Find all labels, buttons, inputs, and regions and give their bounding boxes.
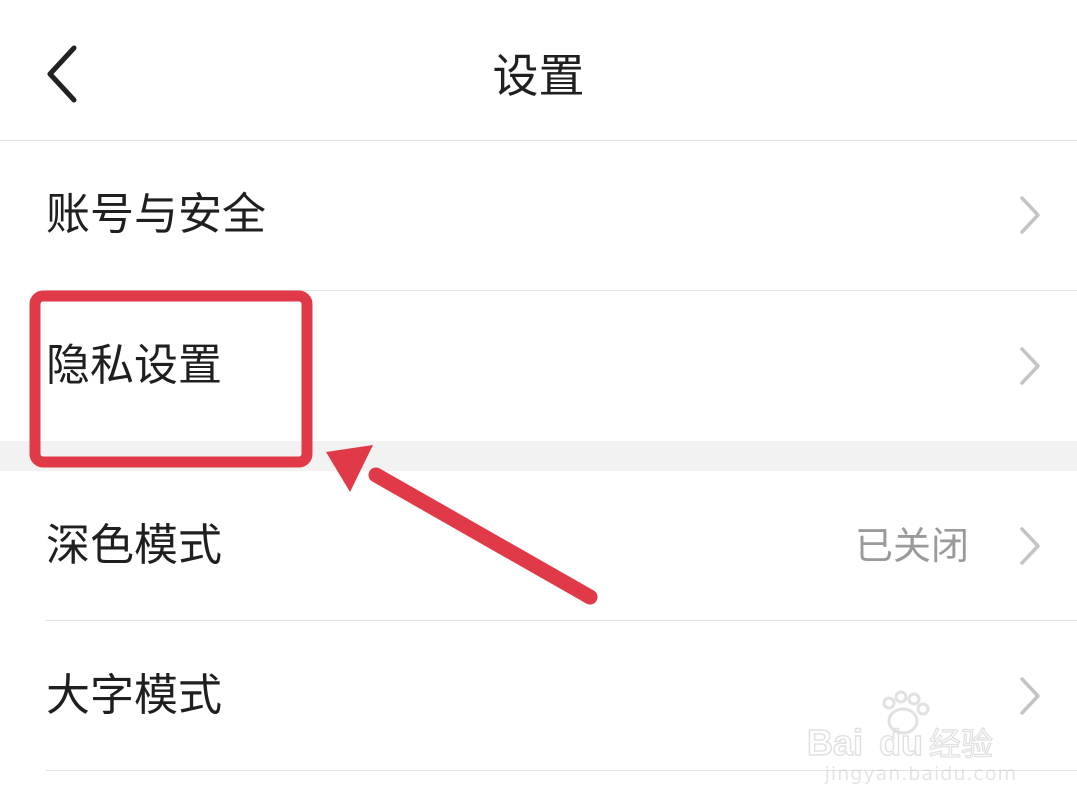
dark-mode-status: 已关闭 [854,524,969,568]
chevron-right-icon [1020,527,1040,565]
row-label: 深色模式 [46,520,222,571]
watermark-brand-suffix: du [879,722,923,763]
chevron-right-icon [1020,196,1040,234]
row-divider [46,620,1077,621]
top-bar: 设置 [0,0,1077,140]
watermark-url: jingyan.baidu.com [824,763,1017,785]
chevron-right-icon [1020,677,1040,715]
row-label: 大字模式 [46,670,222,721]
settings-row-account-security[interactable]: 账号与安全 [0,141,1077,289]
watermark-brand: Bai [807,722,863,763]
section-gap [0,441,1077,471]
row-label: 隐私设置 [46,340,222,391]
row-divider [46,290,1077,291]
watermark-product: 经验 [929,725,993,763]
baidu-watermark: Bai du 经验 jingyan.baidu.com [806,685,1017,785]
page-title: 设置 [492,49,585,103]
row-label: 账号与安全 [46,189,266,240]
settings-row-privacy[interactable]: 隐私设置 [0,292,1077,440]
chevron-right-icon [1020,347,1040,385]
settings-row-dark-mode[interactable]: 深色模式 已关闭 [0,472,1077,620]
